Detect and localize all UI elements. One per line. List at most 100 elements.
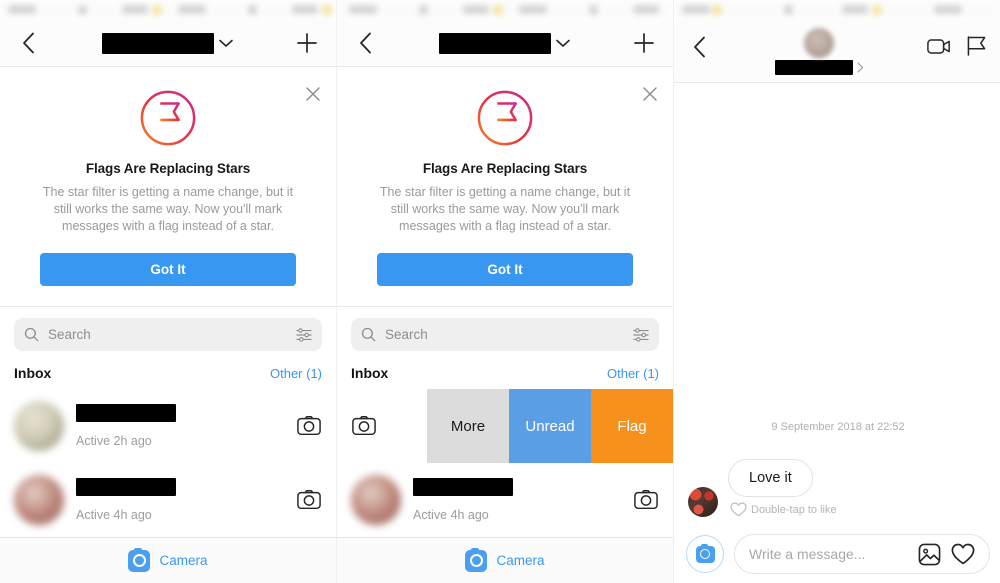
conversation-meta: Active 4h ago (76, 478, 284, 522)
camera-icon (128, 547, 151, 572)
swipe-action-unread[interactable]: Unread (509, 389, 591, 463)
other-inbox-link[interactable]: Other (1) (270, 366, 322, 381)
search-icon (24, 327, 39, 342)
account-name-redacted (101, 32, 214, 54)
phone-panel-swipe-actions: Flags Are Replacing Stars The star filte… (337, 0, 673, 583)
account-switcher[interactable] (42, 32, 292, 54)
contact-name-redacted (76, 478, 176, 496)
inbox-title: Inbox (351, 365, 389, 381)
got-it-button[interactable]: Got It (377, 253, 633, 286)
announcement-title: Flags Are Replacing Stars (422, 161, 588, 176)
camera-icon[interactable] (296, 487, 322, 513)
sliders-icon[interactable] (296, 327, 312, 343)
conversation-meta: Active 4h ago (413, 478, 621, 522)
search-input[interactable]: Search (351, 318, 659, 351)
search-input[interactable]: Search (14, 318, 322, 351)
heart-icon[interactable] (951, 542, 975, 566)
table-row[interactable]: Active 4h ago (0, 463, 336, 537)
table-row[interactable]: Active 2h ago (0, 389, 336, 463)
announcement-title: Flags Are Replacing Stars (85, 161, 251, 176)
status-bar-c (674, 0, 1000, 20)
thread-navbar (674, 20, 1000, 83)
avatar (804, 28, 834, 58)
double-tap-hint-label: Double-tap to like (751, 503, 837, 516)
inbox-header-a: Inbox Other (1) (0, 359, 336, 389)
video-camera-icon[interactable] (926, 34, 952, 58)
flag-icon[interactable] (964, 34, 990, 58)
camera-icon (465, 547, 488, 572)
account-name-redacted (438, 32, 551, 54)
avatar (14, 475, 64, 525)
chevron-down-icon (555, 39, 570, 47)
new-message-button[interactable] (292, 28, 322, 58)
flag-badge-icon (477, 90, 533, 146)
heart-icon (730, 502, 747, 517)
status-bar-b (337, 0, 673, 20)
camera-footer-a[interactable]: Camera (0, 537, 336, 583)
inbox-title: Inbox (14, 365, 52, 381)
flag-announcement-card-a: Flags Are Replacing Stars The star filte… (0, 67, 336, 307)
camera-icon (695, 543, 715, 563)
active-status: Active 4h ago (76, 508, 152, 522)
back-button[interactable] (686, 32, 712, 62)
camera-footer-label: Camera (159, 553, 208, 568)
camera-icon[interactable] (633, 487, 659, 513)
phone-panel-thread: 9 September 2018 at 22:52 Love it Double… (674, 0, 1000, 583)
other-inbox-link[interactable]: Other (1) (607, 366, 659, 381)
search-placeholder: Search (385, 327, 428, 342)
new-message-button[interactable] (629, 28, 659, 58)
avatar (688, 487, 718, 517)
thread-action-group (926, 34, 990, 58)
avatar (351, 475, 401, 525)
message-composer: Write a message... (674, 525, 1000, 583)
close-icon[interactable] (639, 83, 661, 105)
message-bubble[interactable]: Love it (728, 459, 813, 497)
message-input-placeholder: Write a message... (749, 546, 866, 562)
thread-profile-link[interactable] (712, 28, 926, 75)
account-switcher[interactable] (379, 32, 629, 54)
conversation-meta: Active 2h ago (76, 404, 284, 448)
contact-name-redacted (413, 478, 513, 496)
plus-icon (634, 33, 654, 53)
sliders-icon[interactable] (633, 327, 649, 343)
close-icon[interactable] (302, 83, 324, 105)
double-tap-hint: Double-tap to like (728, 502, 837, 517)
flag-announcement-card-b: Flags Are Replacing Stars The star filte… (337, 67, 673, 307)
camera-footer-b[interactable]: Camera (337, 537, 673, 583)
chevron-down-icon (218, 39, 233, 47)
active-status: Active 2h ago (76, 434, 152, 448)
camera-icon[interactable] (351, 413, 377, 439)
camera-icon[interactable] (296, 413, 322, 439)
search-section-a: Search (0, 307, 336, 359)
swipe-action-flag[interactable]: Flag (591, 389, 673, 463)
contact-name-redacted (76, 404, 176, 422)
active-status: Active 4h ago (413, 508, 489, 522)
flag-badge-icon (140, 90, 196, 146)
announcement-body: The star filter is getting a name change… (42, 185, 294, 233)
search-icon (361, 327, 376, 342)
search-section-b: Search (337, 307, 673, 359)
table-row-swiped[interactable]: More Unread Flag (337, 389, 673, 463)
swipe-action-group: More Unread Flag (427, 389, 673, 463)
back-button[interactable] (351, 29, 379, 57)
screenshot-root: Flags Are Replacing Stars The star filte… (0, 0, 1000, 583)
inbox-navbar-b (337, 20, 673, 67)
back-button[interactable] (14, 29, 42, 57)
message-row: Love it Double-tap to like (688, 459, 988, 517)
message-timestamp: 9 September 2018 at 22:52 (771, 421, 905, 433)
message-input[interactable]: Write a message... (734, 534, 990, 574)
swipe-action-more[interactable]: More (427, 389, 509, 463)
chevron-right-icon (856, 62, 863, 73)
search-placeholder: Search (48, 327, 91, 342)
phone-panel-inbox: Flags Are Replacing Stars The star filte… (0, 0, 336, 583)
thread-name-redacted (774, 60, 853, 75)
camera-footer-label: Camera (496, 553, 545, 568)
table-row[interactable]: Active 4h ago (337, 463, 673, 537)
message-column: Love it Double-tap to like (728, 459, 837, 517)
announcement-body: The star filter is getting a name change… (379, 185, 631, 233)
got-it-button[interactable]: Got It (40, 253, 296, 286)
photo-icon[interactable] (917, 542, 941, 566)
status-bar-a (0, 0, 336, 20)
thread-message-list: 9 September 2018 at 22:52 Love it Double… (674, 83, 1000, 525)
camera-button[interactable] (686, 535, 724, 573)
